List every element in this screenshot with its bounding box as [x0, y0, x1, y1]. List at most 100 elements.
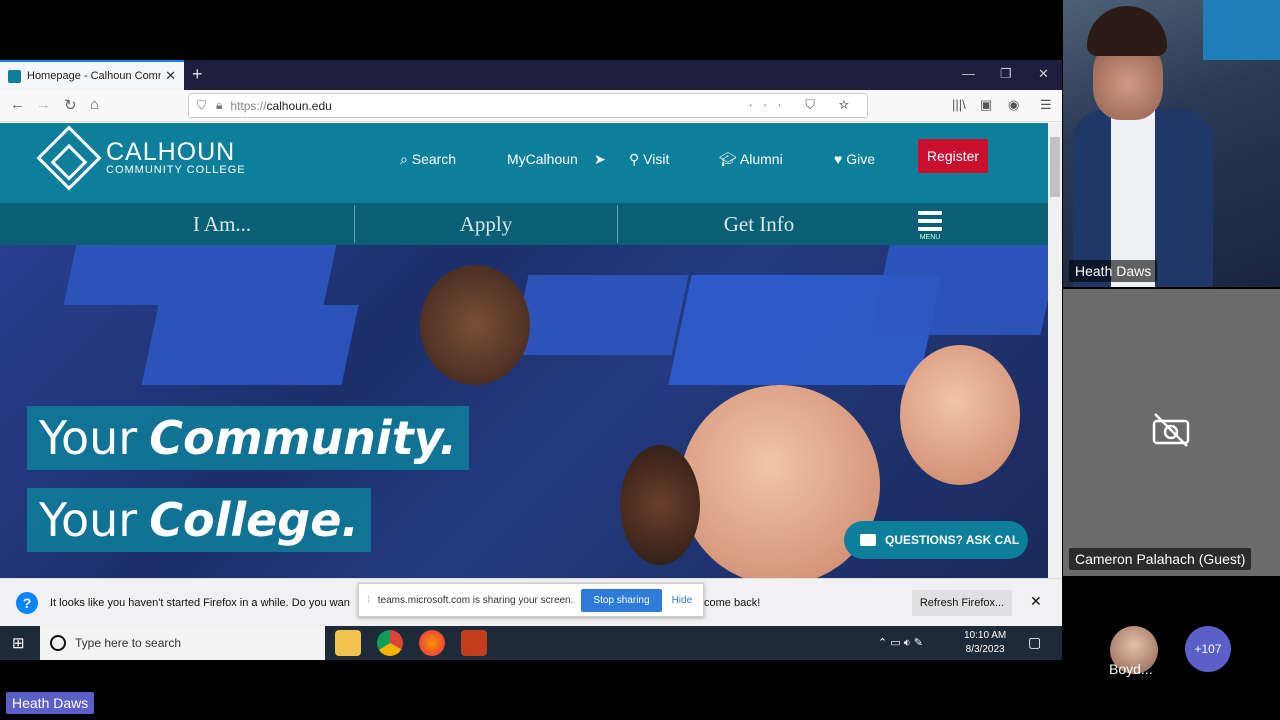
page-actions-icon[interactable]: ··· ⛉ ☆ — [749, 97, 859, 113]
search-icon: ⌕ — [400, 151, 408, 167]
presenter-person — [1073, 6, 1213, 287]
slogan-line-2: Your College. — [27, 488, 371, 552]
taskbar-search-input[interactable]: Type here to search — [40, 626, 325, 660]
notification-message: It looks like you haven't started Firefo… — [50, 597, 350, 609]
powerpoint-icon[interactable] — [461, 630, 487, 656]
firefox-icon[interactable] — [419, 630, 445, 656]
slogan2-pre: Your — [39, 493, 138, 547]
logo-mark-icon — [36, 125, 102, 191]
website-viewport: CALHOUN COMMUNITY COLLEGE ⌕ Search MyCal… — [0, 123, 1048, 578]
taskbar-clock[interactable]: 10:10 AM 8/3/2023 — [964, 629, 1006, 657]
url-bar[interactable]: ⛉ 🔒︎ https:// calhoun.edu ··· ⛉ ☆ — [188, 93, 868, 118]
subnav-apply[interactable]: Apply — [355, 203, 617, 245]
forward-arrow-icon[interactable]: → — [36, 96, 51, 113]
browser-tab-active[interactable]: Homepage - Calhoun Commun ✕ — [0, 60, 184, 90]
guest-name-tag: Cameron Palahach (Guest) — [1069, 548, 1252, 570]
slogan2-em: College. — [149, 493, 359, 547]
account-icon[interactable]: ◉ — [1008, 97, 1019, 113]
background-banner — [1203, 0, 1280, 60]
url-scheme: https:// — [230, 98, 267, 113]
calhoun-logo[interactable]: CALHOUN COMMUNITY COLLEGE — [36, 125, 246, 191]
screen-share-bar: ⁞ teams.microsoft.com is sharing your sc… — [358, 583, 704, 617]
search-placeholder: Type here to search — [75, 636, 182, 650]
stop-sharing-button[interactable]: Stop sharing — [581, 588, 662, 612]
site-menu-button[interactable]: MENU — [916, 207, 944, 241]
sub-navigation: I Am... Apply Get Info MENU — [0, 203, 1048, 245]
windows-taskbar: ⊞ Type here to search ⌃ ▭ 🔉︎ ✎ 10:10 AM … — [0, 626, 1062, 660]
reload-icon[interactable]: ↻ — [64, 96, 77, 114]
system-tray-icons[interactable]: ⌃ ▭ 🔉︎ ✎ — [878, 636, 923, 650]
nav-alumni-label: Alumni — [739, 151, 783, 167]
nav-give[interactable]: ♥ Give — [834, 151, 875, 167]
url-domain: calhoun.edu — [266, 98, 332, 113]
nav-give-label: Give — [846, 151, 875, 167]
graduate-face — [900, 345, 1020, 485]
slogan1-pre: Your — [39, 411, 138, 465]
mouse-cursor-icon: ➤ — [594, 151, 606, 167]
graduate-face — [620, 445, 700, 565]
nav-mycalhoun[interactable]: MyCalhoun — [507, 151, 578, 167]
ask-cal-chat-button[interactable]: QUESTIONS? ASK CAL — [844, 521, 1028, 559]
minimize-icon[interactable]: — — [962, 66, 975, 81]
map-pin-icon: ⚲ — [629, 151, 640, 167]
notification-close-icon[interactable]: ✕ — [1030, 593, 1042, 610]
site-favicon-icon — [8, 69, 21, 83]
nav-search[interactable]: ⌕ Search — [400, 151, 456, 168]
chat-bubble-icon — [860, 534, 876, 546]
file-explorer-icon[interactable] — [335, 630, 361, 656]
heart-icon: ♥ — [834, 151, 843, 167]
window-close-icon[interactable]: ✕ — [1038, 66, 1049, 82]
notification-message-end: come back! — [704, 597, 761, 609]
library-icon[interactable]: |||\ — [952, 97, 966, 112]
refresh-firefox-button[interactable]: Refresh Firefox... — [912, 590, 1012, 616]
lock-icon: 🔒︎ — [216, 98, 223, 112]
site-header: CALHOUN COMMUNITY COLLEGE ⌕ Search MyCal… — [0, 123, 1048, 203]
browser-nav-bar: ← → ↻ ⌂ ⛉ 🔒︎ https:// calhoun.edu ··· ⛉ … — [0, 90, 1062, 122]
windows-start-icon[interactable]: ⊞ — [12, 634, 25, 652]
drag-handle-icon[interactable]: ⁞ — [367, 595, 370, 606]
hamburger-menu-icon[interactable]: ☰ — [1040, 97, 1052, 113]
sidebar-icon[interactable]: ▣ — [980, 97, 992, 113]
nav-visit-label: Visit — [643, 151, 670, 167]
presenter-name-tag: Heath Daws — [1069, 260, 1158, 282]
ask-cal-label: QUESTIONS? ASK CAL — [885, 533, 1020, 547]
clock-date: 8/3/2023 — [965, 644, 1005, 655]
tab-title: Homepage - Calhoun Commun — [27, 70, 161, 82]
logo-title: CALHOUN — [106, 138, 236, 166]
slogan-line-1: Your Community. — [27, 406, 469, 470]
graduation-cap-icon: 🎓︎ — [719, 151, 737, 167]
logo-subtitle: COMMUNITY COLLEGE — [106, 164, 246, 176]
nav-alumni[interactable]: 🎓︎ Alumni — [719, 151, 783, 168]
subnav-i-am[interactable]: I Am... — [90, 203, 354, 245]
grad-cap-shape — [870, 245, 1048, 335]
question-icon: ? — [16, 592, 38, 614]
more-participants-button[interactable]: +107 — [1185, 626, 1231, 672]
presenter-video-tile — [1063, 0, 1280, 287]
tab-close-icon[interactable]: ✕ — [165, 68, 176, 84]
shared-screen: Homepage - Calhoun Commun ✕ + — ❐ ✕ ← → … — [0, 60, 1062, 660]
nav-visit[interactable]: ⚲ Visit — [629, 151, 669, 168]
menu-label: MENU — [919, 234, 941, 241]
graduate-face — [420, 265, 530, 385]
nav-search-label: Search — [411, 151, 457, 167]
attendee-name: Boyd... — [1109, 661, 1153, 677]
chrome-icon[interactable] — [377, 630, 403, 656]
back-arrow-icon[interactable]: ← — [10, 96, 25, 113]
notifications-icon[interactable]: ▢ — [1028, 634, 1041, 651]
hide-button[interactable]: Hide — [672, 595, 693, 606]
share-text: teams.microsoft.com is sharing your scre… — [377, 594, 574, 606]
browser-tab-bar: Homepage - Calhoun Commun ✕ + — ❐ ✕ — [0, 60, 1062, 90]
register-button[interactable]: Register — [918, 139, 988, 173]
page-scrollbar[interactable] — [1048, 123, 1062, 578]
cortana-icon — [50, 635, 66, 651]
clock-time: 10:10 AM — [964, 630, 1007, 641]
new-tab-button[interactable]: + — [192, 64, 203, 85]
slogan1-em: Community. — [149, 411, 457, 465]
subnav-get-info[interactable]: Get Info — [618, 203, 900, 245]
grad-cap-shape — [141, 305, 359, 385]
home-icon[interactable]: ⌂ — [90, 96, 99, 113]
active-speaker-name-tag: Heath Daws — [6, 692, 95, 714]
restore-icon[interactable]: ❐ — [1000, 66, 1012, 82]
grad-cap-shape — [511, 275, 689, 355]
camera-off-icon — [1152, 413, 1190, 447]
